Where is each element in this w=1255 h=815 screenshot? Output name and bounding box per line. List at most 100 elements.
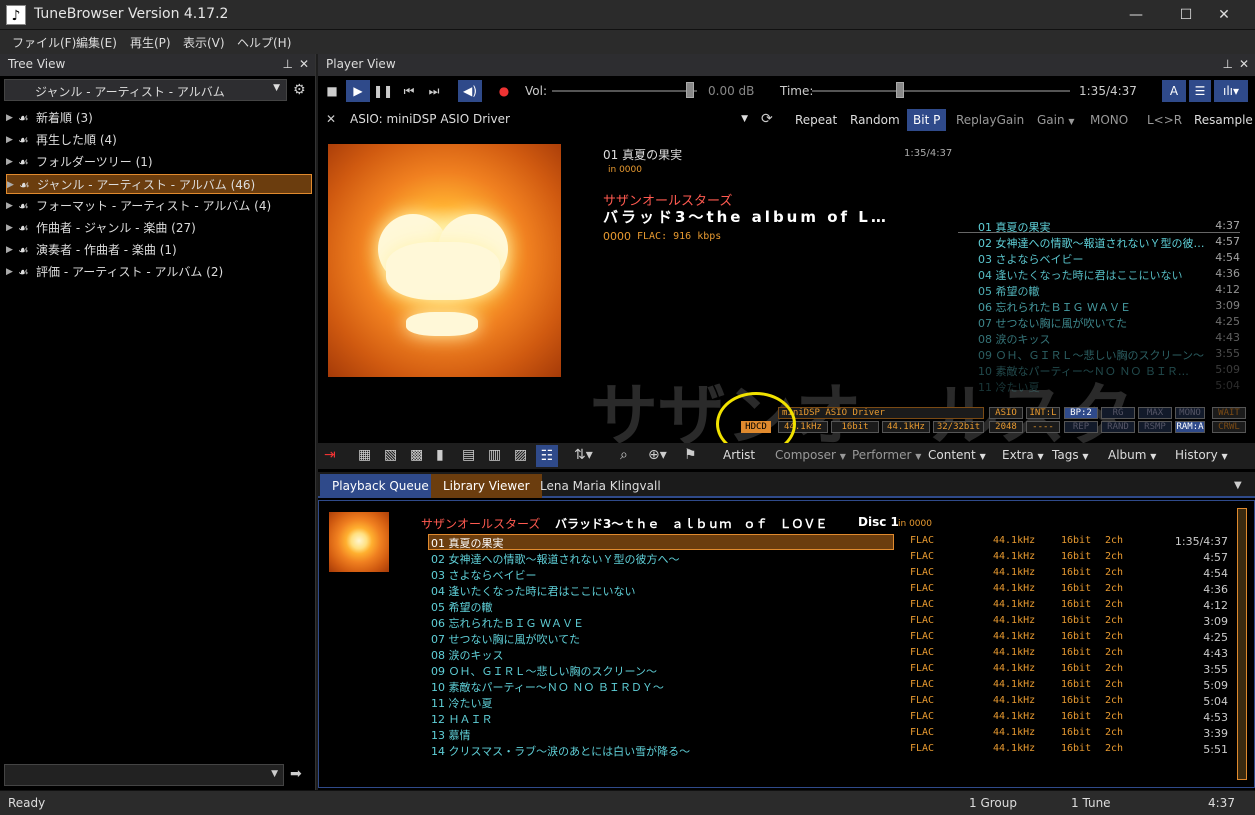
np-list-item[interactable]: 02 女神達への情歌～報道されないＹ型の彼… 4:57 [978,235,1240,251]
play-button[interactable]: ▶ [346,80,370,102]
expand-icon[interactable]: ▶ [6,152,13,172]
list-icon[interactable]: ☰ [1189,80,1211,102]
refresh-icon[interactable]: ⟳ [761,111,773,127]
tags-filter[interactable]: Tags ▼ [1052,448,1089,462]
expand-icon[interactable]: ▶ [6,262,13,282]
composer-filter[interactable]: Composer ▼ [775,448,846,462]
replaygain-button[interactable]: ReplayGain [950,109,1030,131]
np-list-item[interactable]: 07 せつない胸に風が吹いてた 4:25 [978,315,1240,331]
view-icon-4[interactable]: ▮ [436,447,444,463]
tag-icon[interactable]: ⚑ [684,447,697,463]
menu-edit[interactable]: 編集(E) [76,34,117,51]
gain-button[interactable]: Gain ▼ [1031,109,1081,131]
queue-row[interactable]: 05 希望の轍 FLAC 44.1kHz 16bit 2ch 4:12 [428,598,1228,614]
tree-item[interactable]: ▶ ☙ 新着順 (3) [6,108,312,128]
tree-item-selected[interactable]: ▶ ☙ ジャンル - アーティスト - アルバム (46) [6,174,312,194]
np-list-item[interactable]: 11 冷たい夏 5:04 [978,379,1240,395]
record-button[interactable]: ● [494,80,514,102]
volume-slider[interactable] [552,90,697,92]
np-list-item[interactable]: 06 忘れられたＢＩＧ ＷＡＶＥ 3:09 [978,299,1240,315]
tree-item[interactable]: ▶ ☙ 作曲者 - ジャンル - 楽曲 (27) [6,218,312,238]
maximize-button[interactable]: ☐ [1172,4,1200,26]
go-arrow-icon[interactable]: ➡ [290,766,302,782]
history-filter[interactable]: History ▼ [1175,448,1228,462]
close-button[interactable]: ✕ [1210,4,1238,26]
album-filter[interactable]: Album ▼ [1108,448,1156,462]
tree-item[interactable]: ▶ ☙ 評価 - アーティスト - アルバム (2) [6,262,312,282]
view-icon-3[interactable]: ▩ [410,447,423,463]
font-icon[interactable]: A [1162,80,1186,102]
close-panel-icon[interactable]: ✕ [1239,57,1249,71]
artist-filter[interactable]: Artist [723,448,755,462]
tree-item[interactable]: ▶ ☙ フォルダーツリー (1) [6,152,312,172]
view-icon-2[interactable]: ▧ [384,447,397,463]
np-list-item[interactable]: 05 希望の轍 4:12 [978,283,1240,299]
queue-row[interactable]: 12 ＨＡＩＲ FLAC 44.1kHz 16bit 2ch 4:53 [428,710,1228,726]
close-device-icon[interactable]: ✕ [326,112,336,126]
device-select[interactable]: ASIO: miniDSP ASIO Driver ▼ [344,109,754,131]
view-icon-7[interactable]: ▨ [514,447,527,463]
bitperfect-button[interactable]: Bit P [907,109,947,131]
pause-button[interactable]: ❚❚ [373,80,393,102]
expand-icon[interactable]: ▶ [6,218,13,238]
content-filter[interactable]: Content ▼ [928,448,986,462]
expand-icon[interactable]: ▶ [6,196,13,216]
tree-item[interactable]: ▶ ☙ 演奏者 - 作曲者 - 楽曲 (1) [6,240,312,260]
tree-item[interactable]: ▶ ☙ フォーマット - アーティスト - アルバム (4) [6,196,312,216]
next-button[interactable]: ⏭ [424,80,444,102]
album-art[interactable] [328,144,561,377]
lr-swap-button[interactable]: L<>R [1141,109,1188,131]
menu-play[interactable]: 再生(P) [130,34,171,51]
menu-view[interactable]: 表示(V) [183,34,225,51]
extra-filter[interactable]: Extra ▼ [1002,448,1044,462]
volume-slider-thumb[interactable] [685,82,694,98]
queue-row[interactable]: 11 冷たい夏 FLAC 44.1kHz 16bit 2ch 5:04 [428,694,1228,710]
tab-artist[interactable]: Lena Maria Klingvall [528,474,673,498]
queue-row[interactable]: 10 素敵なパーティー～ＮＯ ＮＯ ＢＩＲＤＹ～ FLAC 44.1kHz 16bit… [428,678,1228,694]
close-panel-icon[interactable]: ✕ [299,57,309,71]
queue-row[interactable]: 06 忘れられたＢＩＧ ＷＡＶＥ FLAC 44.1kHz 16bit 2ch 3:09 [428,614,1228,630]
previous-button[interactable]: ⏮ [399,80,419,102]
zoom-search-icon[interactable]: ⊕▾ [648,447,667,463]
np-list-item[interactable]: 10 素敵なパーティー～ＮＯ ＮＯ ＢＩＲ… 5:09 [978,363,1240,379]
pin-icon[interactable]: ⊥ [283,57,293,71]
search-icon[interactable]: ⌕ [620,447,628,463]
expand-icon[interactable]: ▶ [6,240,13,260]
expand-icon[interactable]: ▶ [7,175,14,195]
sort-icon[interactable]: ⇅▾ [574,447,593,463]
queue-album-art[interactable] [329,512,389,572]
queue-row[interactable]: 13 慕情 FLAC 44.1kHz 16bit 2ch 3:39 [428,726,1228,742]
queue-row[interactable]: 01 真夏の果実 FLAC 44.1kHz 16bit 2ch 1:35/4:37 [428,534,1228,550]
tree-mode-select[interactable]: ジャンル - アーティスト - アルバム ▼ [4,79,287,101]
minimize-button[interactable]: — [1122,4,1150,26]
np-list-item[interactable]: 04 逢いたくなった時に君はここにいない 4:36 [978,267,1240,283]
tab-playback-queue[interactable]: Playback Queue [320,474,441,498]
tree-item[interactable]: ▶ ☙ 再生した順 (4) [6,130,312,150]
queue-scrollbar[interactable] [1237,508,1247,780]
seek-slider[interactable] [812,90,1070,92]
queue-row[interactable]: 07 せつない胸に風が吹いてた FLAC 44.1kHz 16bit 2ch 4:25 [428,630,1228,646]
queue-row[interactable]: 14 クリスマス・ラブ～涙のあとには白い雪が降る～ FLAC 44.1kHz 16bi… [428,742,1228,758]
seek-slider-thumb[interactable] [896,82,905,98]
pin-icon[interactable]: ⊥ [1223,57,1233,71]
queue-row[interactable]: 09 ＯＨ、ＧＩＲＬ～悲しい胸のスクリーン～ FLAC 44.1kHz 16bit 2c… [428,662,1228,678]
view-icon-5[interactable]: ▤ [462,447,475,463]
expand-icon[interactable]: ▶ [6,130,13,150]
performer-filter[interactable]: Performer ▼ [852,448,921,462]
repeat-button[interactable]: Repeat [789,109,843,131]
queue-row[interactable]: 02 女神達への情歌～報道されないＹ型の彼方へ～ FLAC 44.1kHz 16bit… [428,550,1228,566]
queue-clear-icon[interactable]: ⇥ [324,447,336,463]
mono-button[interactable]: MONO [1084,109,1134,131]
stop-button[interactable]: ■ [322,80,342,102]
resample-button[interactable]: Resample [1188,109,1255,131]
tab-library-viewer[interactable]: Library Viewer [431,474,542,498]
menu-help[interactable]: ヘルプ(H) [237,34,291,51]
np-list-item[interactable]: 03 さよならベイビー 4:54 [978,251,1240,267]
tree-search-input[interactable]: ▼ [4,764,284,786]
menu-file[interactable]: ファイル(F) [12,34,76,51]
random-button[interactable]: Random [844,109,906,131]
view-icon-8[interactable]: ☷ [536,445,558,467]
view-icon-1[interactable]: ▦ [358,447,371,463]
expand-icon[interactable]: ▶ [6,108,13,128]
tabs-dropdown-icon[interactable]: ▼ [1234,480,1242,491]
